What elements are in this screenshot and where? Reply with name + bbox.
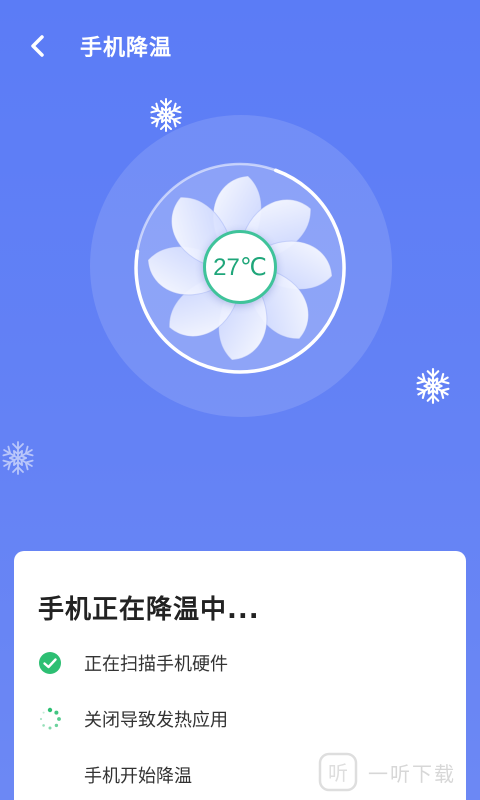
temperature-badge: 27℃ — [203, 230, 277, 304]
step-label: 关闭导致发热应用 — [84, 710, 228, 731]
card-title: 手机正在降温中... — [38, 595, 260, 625]
step-start-cooling: 手机开始降温 — [38, 761, 192, 789]
watermark: 听 一听下载 — [318, 752, 456, 792]
back-arrow-icon — [31, 35, 44, 57]
step-close-apps: 关闭导致发热应用 — [38, 705, 228, 733]
svg-text:听: 听 — [328, 761, 348, 785]
step-scan-hardware: 正在扫描手机硬件 — [38, 649, 228, 677]
step-label: 手机开始降温 — [84, 766, 192, 787]
step-label: 正在扫描手机硬件 — [84, 654, 228, 675]
watermark-text: 一听下载 — [368, 761, 456, 786]
snowflake-icon — [414, 368, 452, 404]
app-header: 手机降温 — [0, 0, 480, 90]
spinner-icon — [38, 707, 62, 731]
check-circle-icon — [38, 651, 62, 675]
pending-placeholder — [38, 763, 62, 787]
page-title: 手机降温 — [80, 36, 173, 61]
back-button[interactable] — [22, 30, 54, 62]
snowflake-icon — [0, 441, 36, 475]
watermark-logo-icon: 听 — [318, 752, 358, 792]
